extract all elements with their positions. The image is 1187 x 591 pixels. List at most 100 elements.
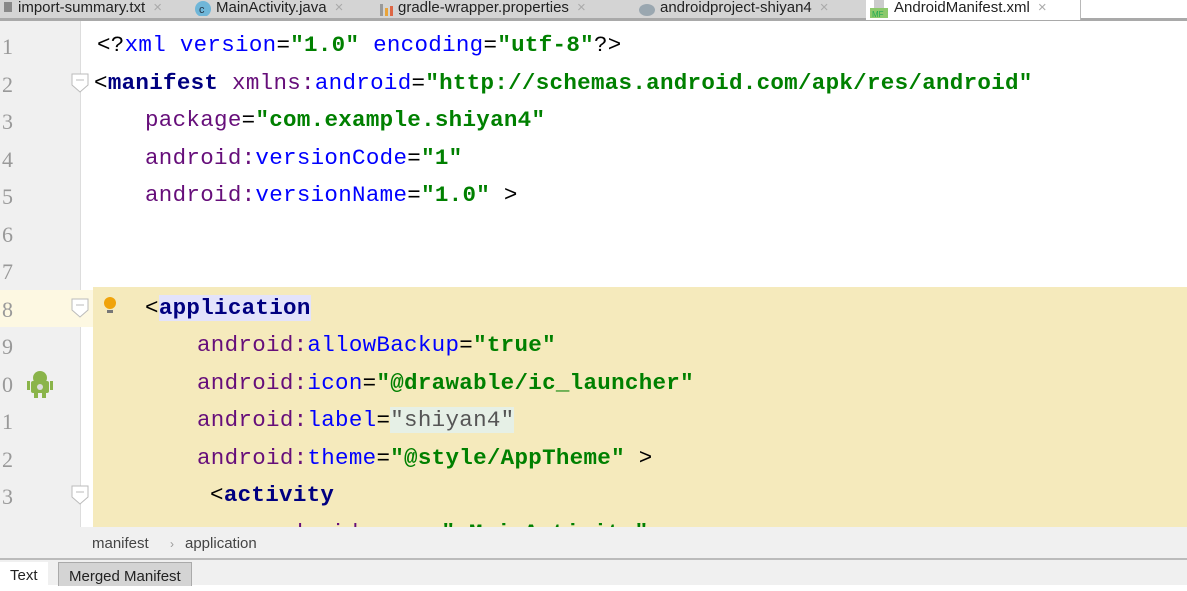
fold-toggle-icon[interactable] [71,73,89,93]
code-token: < [145,294,159,321]
code-line: 7 [0,253,1187,291]
code-text[interactable]: <application [145,294,311,321]
code-text[interactable]: <?xml version="1.0" encoding="utf-8"?> [97,32,622,58]
svg-text:c: c [199,4,205,16]
code-text[interactable]: android:name=".MainActivity" [262,520,649,528]
code-text[interactable]: package="com.example.shiyan4" [145,107,545,133]
code-token: xml version [124,32,277,58]
code-token: xmlns: [232,69,315,96]
code-line: 0 android:icon="@drawable/ic_launcher" [0,366,1187,404]
code-token: android: [145,182,256,208]
tab-label: AndroidManifest.xml [894,0,1030,16]
code-token: = [411,69,426,96]
code-text[interactable]: android:versionCode="1" [145,145,462,171]
code-line: 6 [0,216,1187,254]
code-line: 3 <activity [0,478,1187,516]
close-icon[interactable]: × [820,0,829,16]
line-number: 1 [2,409,13,434]
code-token: "shiyan4" [390,407,515,433]
tab-merged-manifest[interactable]: Merged Manifest [58,562,192,586]
code-token: "1" [421,144,463,171]
code-text[interactable]: android:theme="@style/AppTheme" > [197,445,653,471]
code-token: "http://schemas.android.com/apk/res/andr… [425,69,1033,96]
code-token: android: [262,520,372,528]
line-number: 0 [2,371,13,397]
code-token: android [314,69,412,96]
code-token: = [459,332,474,358]
code-text[interactable]: android:allowBackup="true" [197,332,556,358]
code-token: encoding [359,32,484,58]
line-number: 9 [2,334,13,359]
code-token: <? [97,32,125,58]
code-text[interactable]: android:versionName="1.0" > [145,182,518,208]
code-token: application [158,294,311,321]
tab-import-summary-txt[interactable]: import-summary.txt × [0,0,191,18]
code-token: "true" [473,332,556,358]
editor-tab-bar: import-summary.txt × c MainActivity.java × gr… [0,0,1187,21]
code-line: 4 android:versionCode="1" [0,141,1187,179]
code-token: = [428,520,442,528]
code-token: = [362,369,377,396]
code-token: = [483,32,498,58]
tab-label: gradle-wrapper.properties [398,0,569,16]
code-token: < [94,69,108,96]
breadcrumb-item-application[interactable]: application [185,535,257,552]
gradle-elephant-icon [636,0,656,18]
properties-file-icon [378,0,394,18]
line-number: 5 [2,184,13,209]
code-token: versionCode [255,144,408,171]
line-number: 8 [2,296,13,322]
code-token: = [376,444,391,471]
bottom-tab-bar: Text Merged Manifest [0,560,1187,586]
code-text[interactable]: android:icon="@drawable/ic_launcher" [197,370,694,396]
code-token: = [407,144,422,171]
code-token: android: [197,444,308,471]
code-line: 9 android:allowBackup="true" [0,328,1187,366]
tab-label: MainActivity.java [216,0,327,16]
svg-text:MF: MF [872,10,884,18]
tab-mainactivity-java[interactable]: c MainActivity.java × [190,0,375,18]
code-line: 5 android:versionName="1.0" > [0,178,1187,216]
code-token: = [276,32,291,58]
tab-text[interactable]: Text [0,562,48,585]
breadcrumb-separator: › [170,537,174,551]
code-token: > [490,182,518,208]
code-token: android: [197,407,308,433]
close-icon[interactable]: × [153,0,162,16]
tab-androidproject-shiyan4[interactable]: androidproject-shiyan4 × [632,0,867,18]
code-token: android: [197,369,308,396]
fold-toggle-icon[interactable] [71,485,89,505]
code-token: < [210,482,224,508]
code-token: "1.0" [290,32,360,58]
code-token: package [145,107,242,133]
code-token: icon [307,369,363,396]
code-token: manifest [107,69,233,96]
line-number: 6 [2,221,13,247]
code-token: name [372,520,427,528]
close-icon[interactable]: × [335,0,344,16]
code-text[interactable]: <activity [210,482,334,508]
close-icon[interactable]: × [1038,0,1047,16]
breadcrumb-item-manifest[interactable]: manifest [92,535,149,552]
code-token: = [407,182,422,208]
code-token: allowBackup [307,332,460,358]
code-token: ?> [593,32,622,58]
line-number: 3 [2,109,13,134]
code-editor[interactable]: 1 <?xml version="1.0" encoding="utf-8"?> 2… [0,28,1187,527]
tab-gradle-wrapper-properties[interactable]: gradle-wrapper.properties × [374,0,633,18]
close-icon[interactable]: × [577,0,586,16]
text-file-icon [4,0,14,17]
fold-toggle-icon[interactable] [71,298,89,318]
code-token: android: [197,332,308,358]
line-number: 2 [2,71,13,97]
code-token: theme [307,444,377,471]
code-text[interactable]: <manifest xmlns:android="http://schemas.… [94,70,1033,96]
breadcrumb: manifest › application [0,527,1187,560]
code-text[interactable]: android:label="shiyan4" [197,407,515,433]
tab-label: import-summary.txt [18,0,146,16]
class-icon: c [194,0,212,18]
android-icon[interactable] [26,370,54,405]
tab-androidmanifest-xml[interactable]: MF AndroidManifest.xml × [866,0,1081,20]
lightbulb-icon[interactable] [102,295,118,322]
code-token: = [241,107,256,133]
